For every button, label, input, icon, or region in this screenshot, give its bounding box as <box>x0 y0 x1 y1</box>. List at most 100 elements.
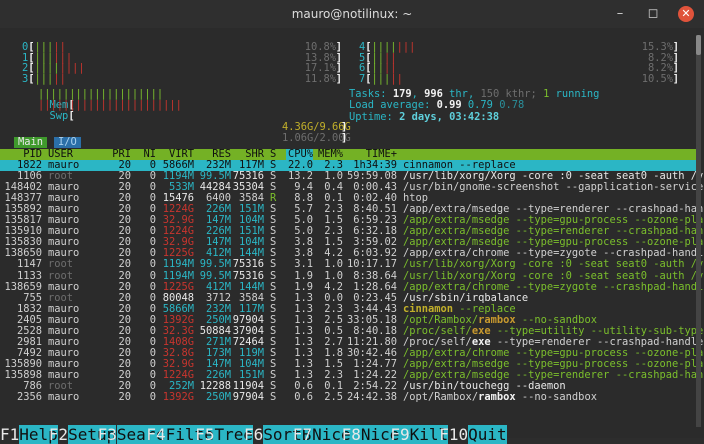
load-1: 0.99 <box>436 99 462 111</box>
cell-ni: 0 <box>149 280 156 293</box>
cell-mem: 2.5 <box>324 313 343 326</box>
cell-time: 8:38.64 <box>353 269 397 282</box>
cell-time: 33:05.18 <box>346 313 397 326</box>
mem-bar: |||||||||||||||||||| <box>38 89 164 100</box>
cpu-meter-2: 2[|||||||| 17.1%] <box>22 62 342 74</box>
cell-shr: 97904 <box>232 313 264 326</box>
cell-ni: 0 <box>149 313 156 326</box>
running-label: running <box>555 88 600 100</box>
cell-cpu: 1.3 <box>294 291 313 304</box>
process-row[interactable]: 148402 mauro 20 0 533M 44284 35304 S 9.4 0.4 0:00.… <box>0 182 703 193</box>
cell-pid: 2405 <box>16 313 42 326</box>
swap-meter: Swp[ ||||||||||||||||||||||| 1.06G/2.00G… <box>38 100 351 144</box>
tab-main[interactable]: Main <box>14 137 48 148</box>
cell-res: 412M <box>205 280 231 293</box>
cell-time: 0:23.45 <box>353 291 397 304</box>
cell-user: mauro <box>48 280 80 293</box>
htop-screen[interactable]: 0[||||| 10.8%] 1[|||||| 13.8%] 2[|||||||| 17.… <box>0 28 704 438</box>
cell-shr: 117M <box>238 302 264 315</box>
cell-pid: 1133 <box>16 269 42 282</box>
cell-s: S <box>270 269 277 282</box>
cell-user: root <box>48 291 74 304</box>
cell-cmd: /usr/lib/xorg/Xorg -core :0 -seat seat0 … <box>403 269 704 282</box>
scrollbar-track[interactable] <box>696 35 701 427</box>
cell-cmd: /usr/lib/xorg/Xorg -core :0 -seat seat0 … <box>403 258 704 271</box>
process-row[interactable]: 135898 mauro 20 0 1224G 226M 151M S 1.3 2.3 1:24.2… <box>0 370 703 381</box>
minimize-button[interactable]: – <box>612 6 628 22</box>
fkey-key: F10 <box>439 425 469 444</box>
cell-s: S <box>270 391 277 404</box>
cpu-bar: ||||| <box>34 72 66 85</box>
cell-s: S <box>270 280 277 293</box>
cell-pri: 20 <box>118 313 131 326</box>
cell-cpu: 1.9 <box>294 280 313 293</box>
cell-res: 232M <box>205 302 231 315</box>
fkey-f10[interactable]: F10Quit <box>439 425 507 444</box>
running-count: 1 <box>543 88 550 100</box>
cell-ni: 0 <box>149 291 156 304</box>
cell-cpu: 1.9 <box>294 269 313 282</box>
process-row[interactable]: 138659 mauro 20 0 1225G 412M 144M S 1.9 4.2 1:28.6… <box>0 280 703 293</box>
cell-pid: 138659 <box>4 280 42 293</box>
cell-pri: 20 <box>118 269 131 282</box>
cell-virt: 80048 <box>162 291 194 304</box>
cell-mem: 2.3 <box>324 302 343 315</box>
cell-time: 10:17.17 <box>346 258 397 271</box>
scrollbar-thumb[interactable] <box>696 35 701 55</box>
cell-virt: 1194M <box>162 258 194 271</box>
cell-user: mauro <box>48 391 80 404</box>
fkey-key: F9 <box>390 425 410 444</box>
cell-virt: 1225G <box>162 280 194 293</box>
load-15: 0.78 <box>499 99 525 111</box>
cell-pid: 755 <box>23 291 42 304</box>
cpu-meter-7: 7[||||| 10.5%] <box>359 72 679 85</box>
uptime-value: 2 days, 03:42:38 <box>399 111 500 123</box>
terminal-window: mauro@notilinux: ~ – ◻ ✕ 0[||||| 10.8%] 1[… <box>0 0 704 444</box>
cell-pri: 20 <box>118 280 131 293</box>
cell-virt: 5866M <box>162 302 194 315</box>
cpu-percent: 10.5% <box>641 72 673 85</box>
cell-pid: 1147 <box>16 258 42 271</box>
uptime-line: Uptime: 2 days, 03:42:38 <box>349 112 499 123</box>
mem-meter: Mem[ |||||||||||||||||||| 4.36G/9.66G] <box>38 89 351 133</box>
load-label: Load average: <box>349 99 431 111</box>
process-row[interactable]: 1133 root 20 0 1194M 99.5M 75316 S 1.9 1.0 8:38.64… <box>0 269 703 282</box>
process-row[interactable]: 2356 mauro 20 0 1392G 250M 97904 S 0.6 2.5 24:42.3… <box>0 392 696 403</box>
cell-ni: 0 <box>149 269 156 282</box>
cell-mem: 0.0 <box>324 291 343 304</box>
cell-ni: 0 <box>149 302 156 315</box>
cell-user: root <box>48 258 74 271</box>
process-row[interactable]: 1147 root 20 0 1194M 99.5M 75316 S 3.1 1.0 10:17.1… <box>0 258 703 271</box>
cell-res: 250M <box>205 391 231 404</box>
cell-cpu: 0.6 <box>294 391 313 404</box>
cell-mem: 4.2 <box>324 280 343 293</box>
cell-res: 3712 <box>205 291 231 304</box>
cell-res: 250M <box>205 313 231 326</box>
process-row[interactable]: 755 root 20 0 80048 3712 3584 S 1.3 0.0 0:23.45/us… <box>0 291 696 304</box>
cell-cpu: 3.1 <box>294 258 313 271</box>
cell-mem: 2.5 <box>324 391 343 404</box>
cell-shr: 97904 <box>232 391 264 404</box>
cell-user: mauro <box>48 302 80 315</box>
load-line: Load average: 0.99 0.79 0.78 <box>349 100 524 111</box>
cell-s: S <box>270 302 277 315</box>
fkey-key: F4 <box>146 425 166 444</box>
close-button[interactable]: ✕ <box>678 6 694 22</box>
cell-cpu: 1.3 <box>294 313 313 326</box>
tab-io[interactable]: I/O <box>54 137 81 148</box>
cell-s: S <box>270 258 277 271</box>
cell-s: S <box>270 313 277 326</box>
maximize-button[interactable]: ◻ <box>645 6 661 22</box>
cell-time: 1:28.64 <box>353 280 397 293</box>
cell-res: 99.5M <box>199 258 231 271</box>
swap-value: 1.06G/2.00G <box>282 131 351 144</box>
swap-bar: ||||||||||||||||||||||| <box>38 100 182 111</box>
fkey-key: F1 <box>0 425 20 444</box>
cell-time: 24:42.38 <box>346 391 397 404</box>
cell-pid: 1832 <box>16 302 42 315</box>
cell-mem: 1.0 <box>324 269 343 282</box>
fkey-label: Quit <box>468 425 507 444</box>
cell-pri: 20 <box>118 302 131 315</box>
load-5: 0.79 <box>467 99 493 111</box>
cell-time: 3:44.43 <box>353 302 397 315</box>
